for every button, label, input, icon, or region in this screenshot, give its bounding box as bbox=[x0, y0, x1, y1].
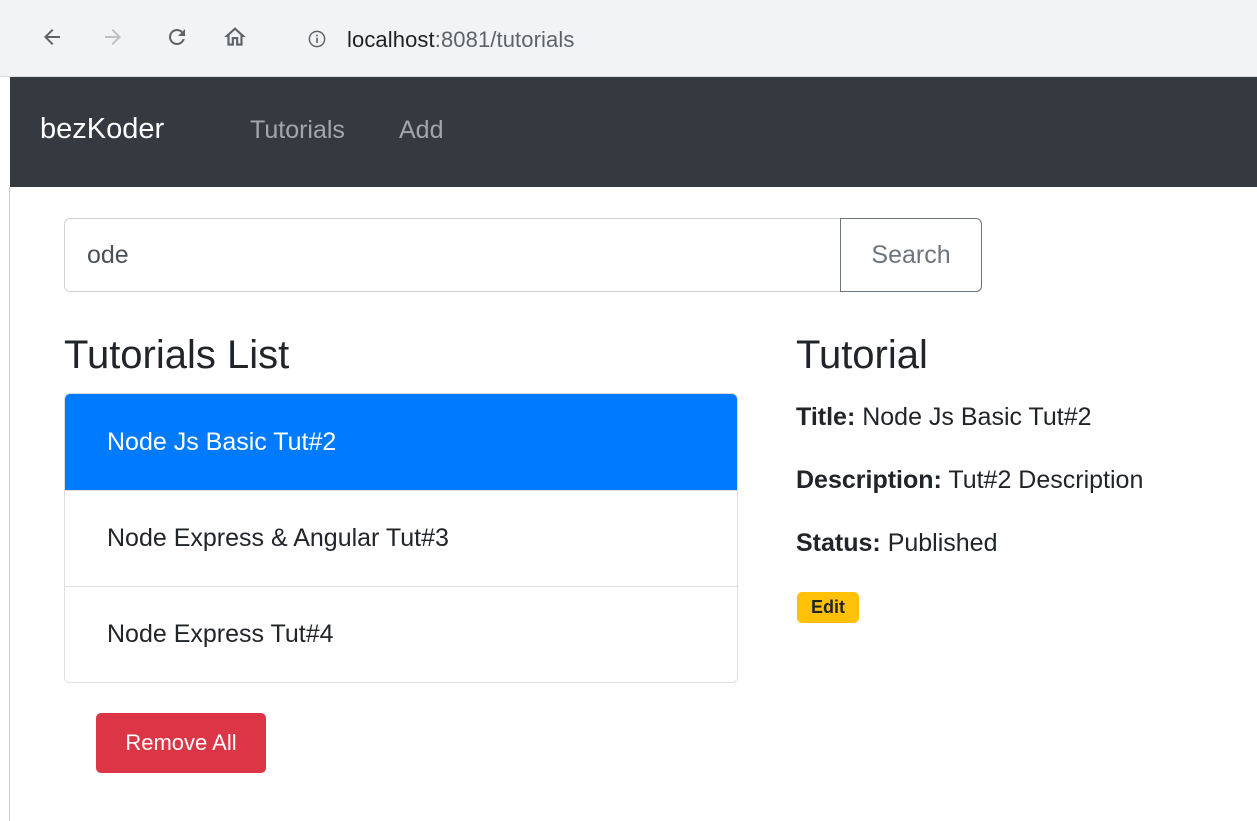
forward-arrow-icon[interactable] bbox=[98, 22, 128, 52]
search-button[interactable]: Search bbox=[840, 218, 982, 292]
brand-link[interactable]: bezKoder bbox=[40, 113, 164, 146]
detail-description-row: Description: Tut#2 Description bbox=[796, 466, 1143, 495]
detail-description-value: Tut#2 Description bbox=[948, 466, 1144, 494]
detail-title-value: Node Js Basic Tut#2 bbox=[862, 403, 1092, 431]
detail-description-label: Description: bbox=[796, 466, 942, 494]
reload-icon[interactable] bbox=[162, 22, 192, 52]
remove-all-button[interactable]: Remove All bbox=[96, 713, 266, 773]
info-icon[interactable] bbox=[308, 30, 326, 48]
back-arrow-icon[interactable] bbox=[37, 22, 67, 52]
address-bar[interactable]: localhost:8081/tutorials bbox=[284, 13, 1257, 65]
url-text[interactable]: localhost:8081/tutorials bbox=[347, 27, 574, 53]
tutorials-list: Node Js Basic Tut#2 Node Express & Angul… bbox=[64, 393, 738, 683]
home-icon[interactable] bbox=[220, 22, 250, 52]
edit-button[interactable]: Edit bbox=[797, 592, 859, 623]
detail-status-label: Status: bbox=[796, 529, 881, 557]
detail-status-value: Published bbox=[887, 529, 998, 557]
url-path: :8081/tutorials bbox=[434, 27, 575, 52]
tutorials-list-title: Tutorials List bbox=[64, 333, 290, 377]
app-navbar: bezKoder Tutorials Add bbox=[10, 77, 1257, 187]
tutorial-detail-title: Tutorial bbox=[796, 333, 928, 377]
list-item[interactable]: Node Express & Angular Tut#3 bbox=[65, 490, 737, 586]
url-host: localhost bbox=[347, 27, 435, 52]
nav-link-tutorials[interactable]: Tutorials bbox=[250, 116, 345, 145]
search-group: Search bbox=[64, 218, 982, 292]
page-left-border bbox=[9, 187, 10, 821]
browser-toolbar: localhost:8081/tutorials bbox=[0, 0, 1257, 77]
search-input[interactable] bbox=[64, 218, 842, 292]
detail-title-label: Title: bbox=[796, 403, 856, 431]
detail-title-row: Title: Node Js Basic Tut#2 bbox=[796, 403, 1092, 432]
nav-link-add[interactable]: Add bbox=[399, 116, 443, 145]
detail-status-row: Status: Published bbox=[796, 529, 998, 558]
list-item[interactable]: Node Js Basic Tut#2 bbox=[65, 394, 737, 490]
list-item[interactable]: Node Express Tut#4 bbox=[65, 586, 737, 682]
